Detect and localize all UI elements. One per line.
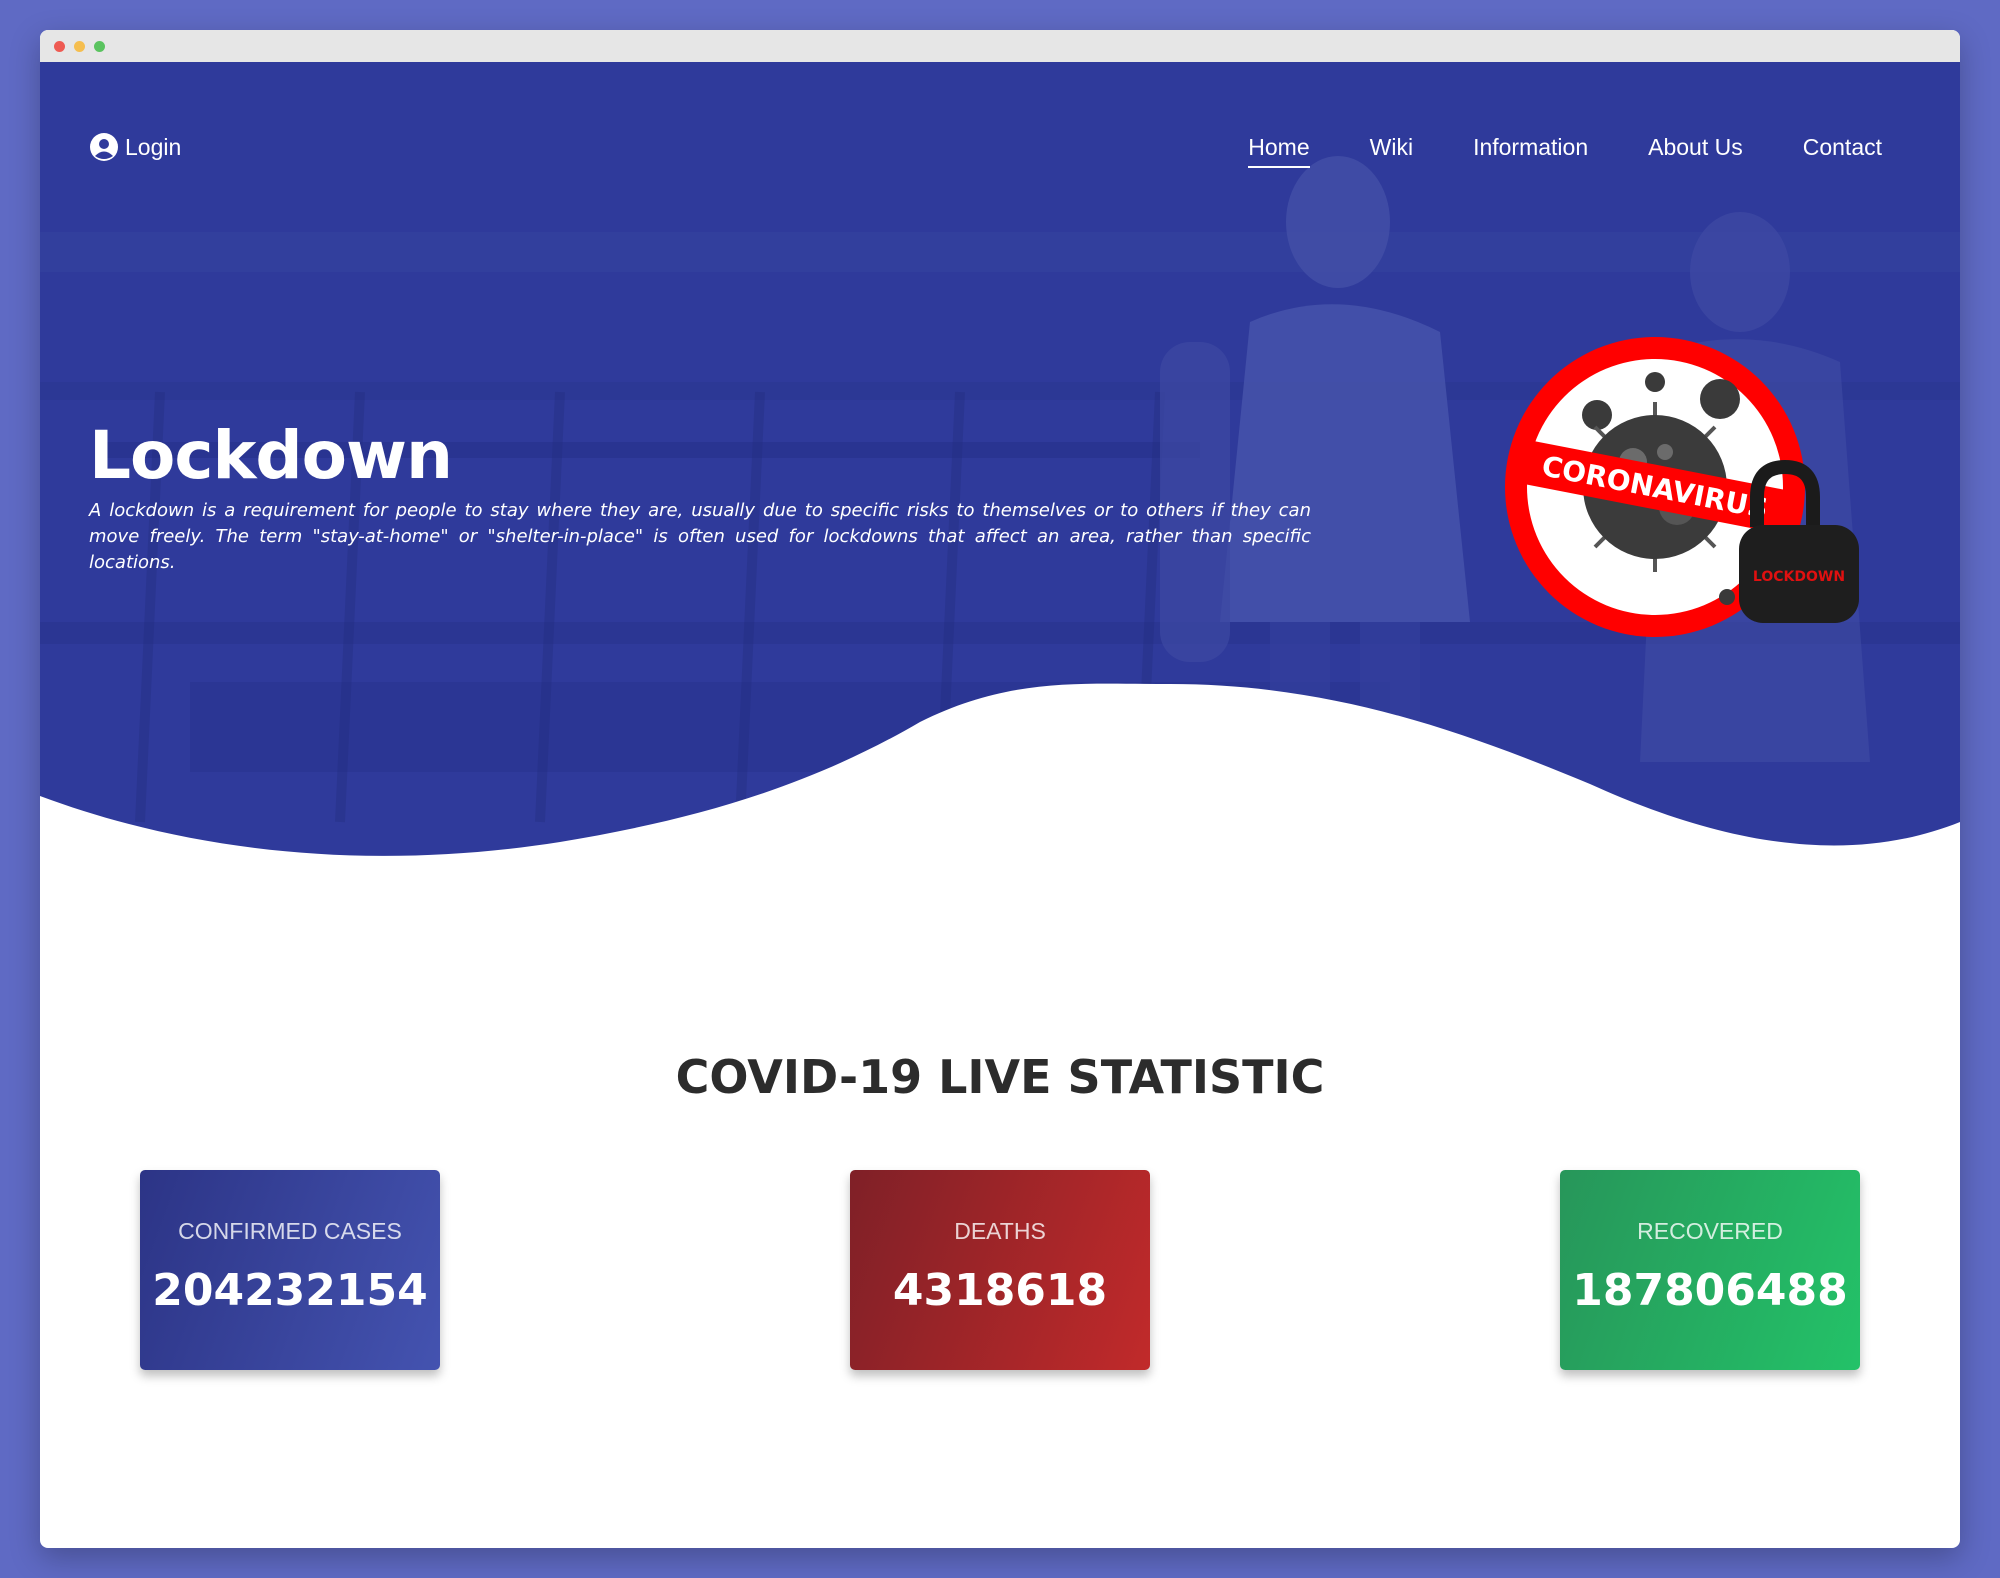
- minimize-window-button[interactable]: [74, 41, 85, 52]
- statistics-title: COVID-19 LIVE STATISTIC: [675, 1050, 1325, 1104]
- user-circle-icon: [90, 133, 118, 161]
- nav-item-contact[interactable]: Contact: [1803, 134, 1882, 168]
- browser-titlebar: [40, 30, 1960, 62]
- card-label: CONFIRMED CASES: [178, 1218, 402, 1244]
- hero-section: Login Home Wiki Information About Us Con…: [40, 62, 1960, 882]
- login-label: Login: [125, 133, 182, 160]
- nav-item-home[interactable]: Home: [1248, 134, 1310, 168]
- main-navigation: Home Wiki Information About Us Contact: [1248, 134, 1882, 168]
- coronavirus-lockdown-badge: CORONAVIRUS LOCKDOWN: [1505, 337, 1859, 637]
- deaths-card: DEATHS 4318618: [850, 1170, 1150, 1370]
- card-value: 187806488: [1572, 1265, 1848, 1316]
- hero-title: Lockdown: [89, 417, 453, 494]
- browser-window: Login Home Wiki Information About Us Con…: [40, 30, 1960, 1548]
- close-window-button[interactable]: [54, 41, 65, 52]
- card-label: RECOVERED: [1637, 1218, 1783, 1244]
- lock-text: LOCKDOWN: [1753, 569, 1845, 585]
- confirmed-cases-card: CONFIRMED CASES 204232154: [140, 1170, 440, 1370]
- card-value: 204232154: [152, 1265, 428, 1316]
- nav-item-wiki[interactable]: Wiki: [1370, 134, 1413, 168]
- card-label: DEATHS: [954, 1218, 1046, 1244]
- nav-item-information[interactable]: Information: [1473, 134, 1588, 168]
- hero-description: A lockdown is a requirement for people t…: [89, 500, 1311, 573]
- login-link[interactable]: Login: [89, 132, 181, 162]
- card-value: 4318618: [892, 1265, 1108, 1316]
- nav-item-about-us[interactable]: About Us: [1648, 134, 1743, 168]
- recovered-card: RECOVERED 187806488: [1560, 1170, 1860, 1370]
- maximize-window-button[interactable]: [94, 41, 105, 52]
